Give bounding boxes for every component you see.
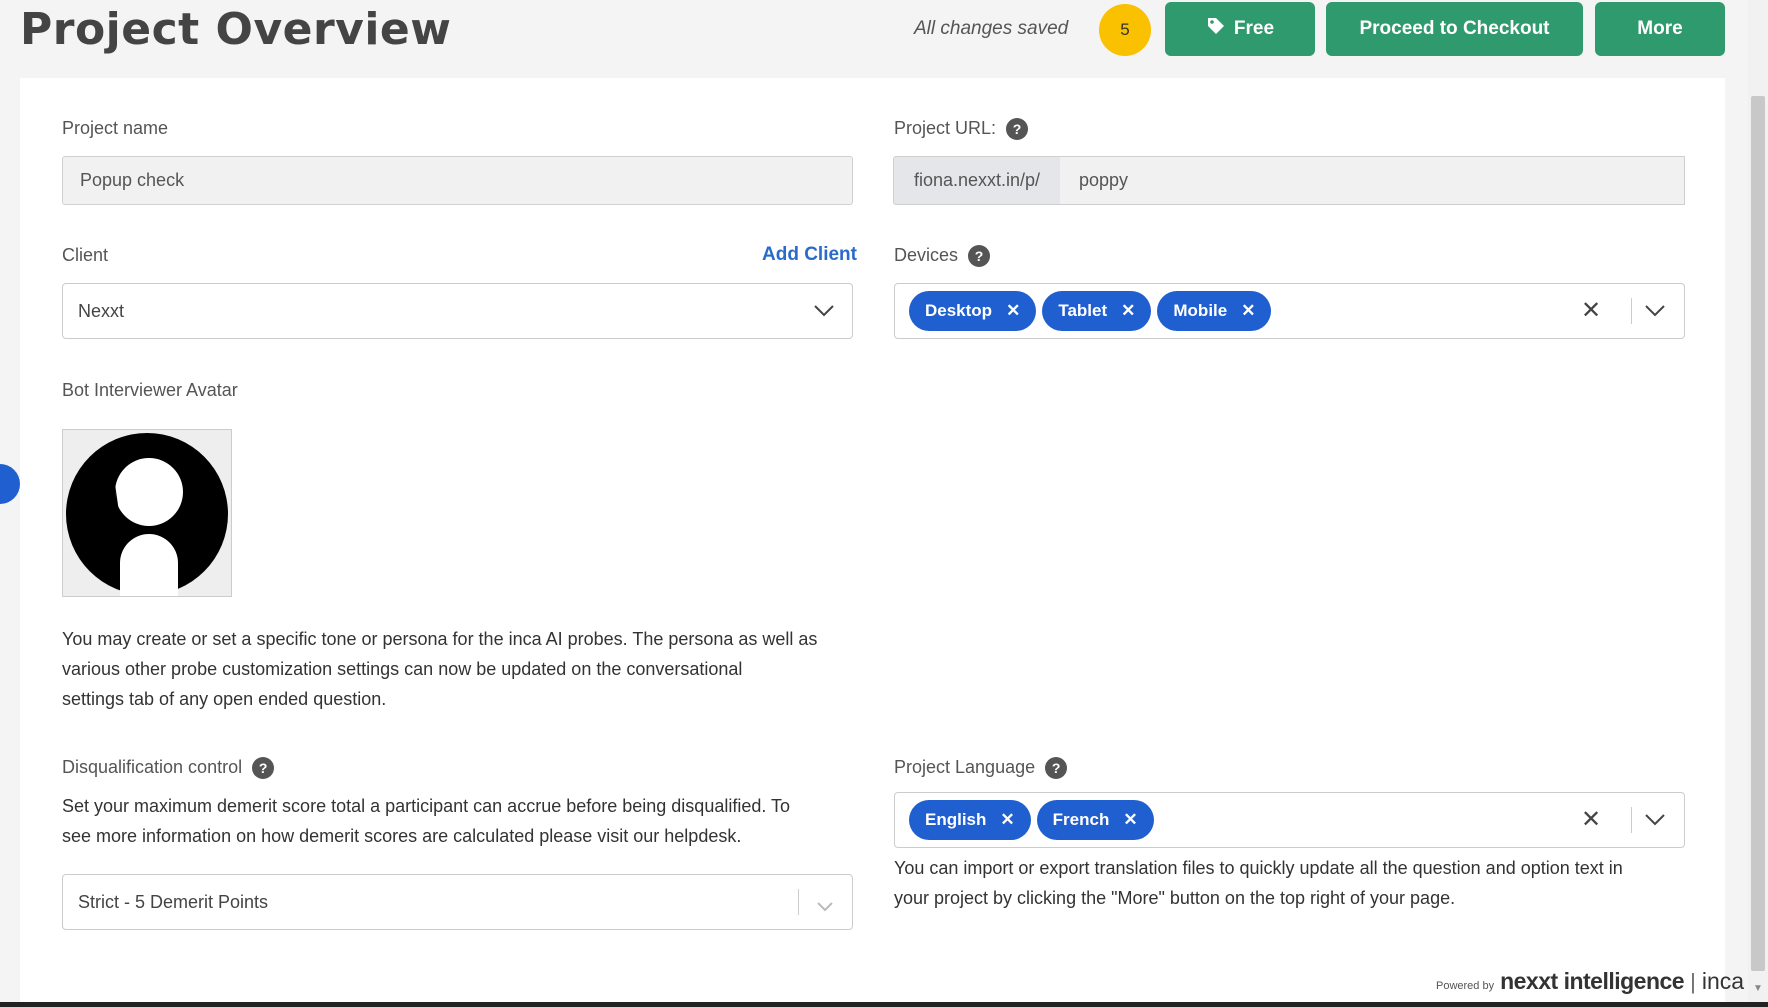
disqualification-label-group: Disqualification control? xyxy=(62,757,275,780)
chevron-down-icon[interactable] xyxy=(1644,813,1666,832)
scrollbar-thumb[interactable] xyxy=(1751,96,1765,971)
client-select[interactable]: Nexxt xyxy=(62,283,853,339)
brand-logo-text: nexxt intelligence xyxy=(1500,968,1685,994)
page-title: Project Overview xyxy=(20,4,452,55)
proceed-to-checkout-button[interactable]: Proceed to Checkout xyxy=(1326,2,1583,56)
remove-chip-icon[interactable]: ✕ xyxy=(1006,301,1020,321)
bot-avatar-label: Bot Interviewer Avatar xyxy=(62,380,238,400)
project-name-input[interactable]: Popup check xyxy=(62,156,853,205)
powered-by-brand: Powered by nexxt intelligence | inca xyxy=(1436,968,1744,995)
language-chip-english: English ✕ xyxy=(909,800,1031,840)
disqualification-label: Disqualification control xyxy=(62,757,243,777)
language-help: You can import or export translation fil… xyxy=(894,858,1623,908)
clear-all-icon[interactable]: ✕ xyxy=(1581,805,1601,834)
scroll-down-arrow-icon[interactable]: ▼ xyxy=(1752,983,1764,995)
disqualification-help: Set your maximum demerit score total a p… xyxy=(62,796,791,846)
device-chip-tablet: Tablet ✕ xyxy=(1042,291,1152,331)
clear-all-icon[interactable]: ✕ xyxy=(1581,296,1601,325)
free-label: Free xyxy=(1233,18,1275,39)
powered-by-text: Powered by xyxy=(1436,980,1495,992)
help-icon[interactable]: ? xyxy=(1045,757,1068,780)
avatar-icon xyxy=(66,433,228,596)
bot-avatar-picker[interactable] xyxy=(62,429,232,597)
chevron-down-icon xyxy=(813,302,835,323)
project-url-label: Project URL: xyxy=(894,118,997,138)
device-chip-desktop: Desktop ✕ xyxy=(909,291,1037,331)
project-url-label-group: Project URL:? xyxy=(894,118,1029,141)
chevron-down-icon[interactable] xyxy=(1644,304,1666,323)
page-header: Project Overview All changes saved 5 Fre… xyxy=(0,0,1768,78)
project-language-label-group: Project Language? xyxy=(894,757,1068,780)
save-status: All changes saved xyxy=(914,18,1069,39)
window-bottom-edge xyxy=(0,1002,1768,1007)
help-icon[interactable]: ? xyxy=(252,757,275,780)
client-select-value: Nexxt xyxy=(78,300,125,321)
remove-chip-icon[interactable]: ✕ xyxy=(1000,810,1014,830)
notification-count-badge[interactable]: 5 xyxy=(1099,4,1151,56)
remove-chip-icon[interactable]: ✕ xyxy=(1121,301,1135,321)
select-separator xyxy=(798,889,799,915)
add-client-link[interactable]: Add Client xyxy=(762,244,857,266)
devices-label: Devices xyxy=(894,245,959,265)
project-name-label: Project name xyxy=(62,118,169,138)
language-multiselect[interactable]: English ✕ French ✕ ✕ xyxy=(894,792,1685,848)
side-panel-handle[interactable] xyxy=(0,464,20,504)
project-url-input[interactable]: poppy xyxy=(1060,156,1685,205)
remove-chip-icon[interactable]: ✕ xyxy=(1241,301,1255,321)
tag-icon xyxy=(1206,16,1226,42)
help-icon[interactable]: ? xyxy=(1006,118,1029,141)
project-url-prefix: fiona.nexxt.in/p/ xyxy=(893,156,1061,205)
more-button[interactable]: More xyxy=(1595,2,1725,56)
disqualification-select[interactable]: Strict - 5 Demerit Points xyxy=(62,874,853,930)
product-logo-text: inca xyxy=(1701,968,1745,994)
brand-separator: | xyxy=(1690,969,1696,994)
language-chip-french: French ✕ xyxy=(1036,800,1154,840)
help-icon[interactable]: ? xyxy=(968,245,991,268)
disqualification-select-value: Strict - 5 Demerit Points xyxy=(78,891,269,912)
chevron-down-icon xyxy=(816,897,834,918)
persona-note: You may create or set a specific tone or… xyxy=(62,629,818,709)
select-separator xyxy=(1631,807,1632,833)
devices-multiselect[interactable]: Desktop ✕ Tablet ✕ Mobile ✕ ✕ xyxy=(894,283,1685,339)
devices-label-group: Devices? xyxy=(894,245,991,268)
project-language-label: Project Language xyxy=(894,757,1036,777)
select-separator xyxy=(1631,298,1632,324)
remove-chip-icon[interactable]: ✕ xyxy=(1123,810,1137,830)
client-label: Client xyxy=(62,245,109,265)
device-chip-mobile: Mobile ✕ xyxy=(1157,291,1272,331)
free-plan-button[interactable]: Free xyxy=(1165,2,1315,56)
